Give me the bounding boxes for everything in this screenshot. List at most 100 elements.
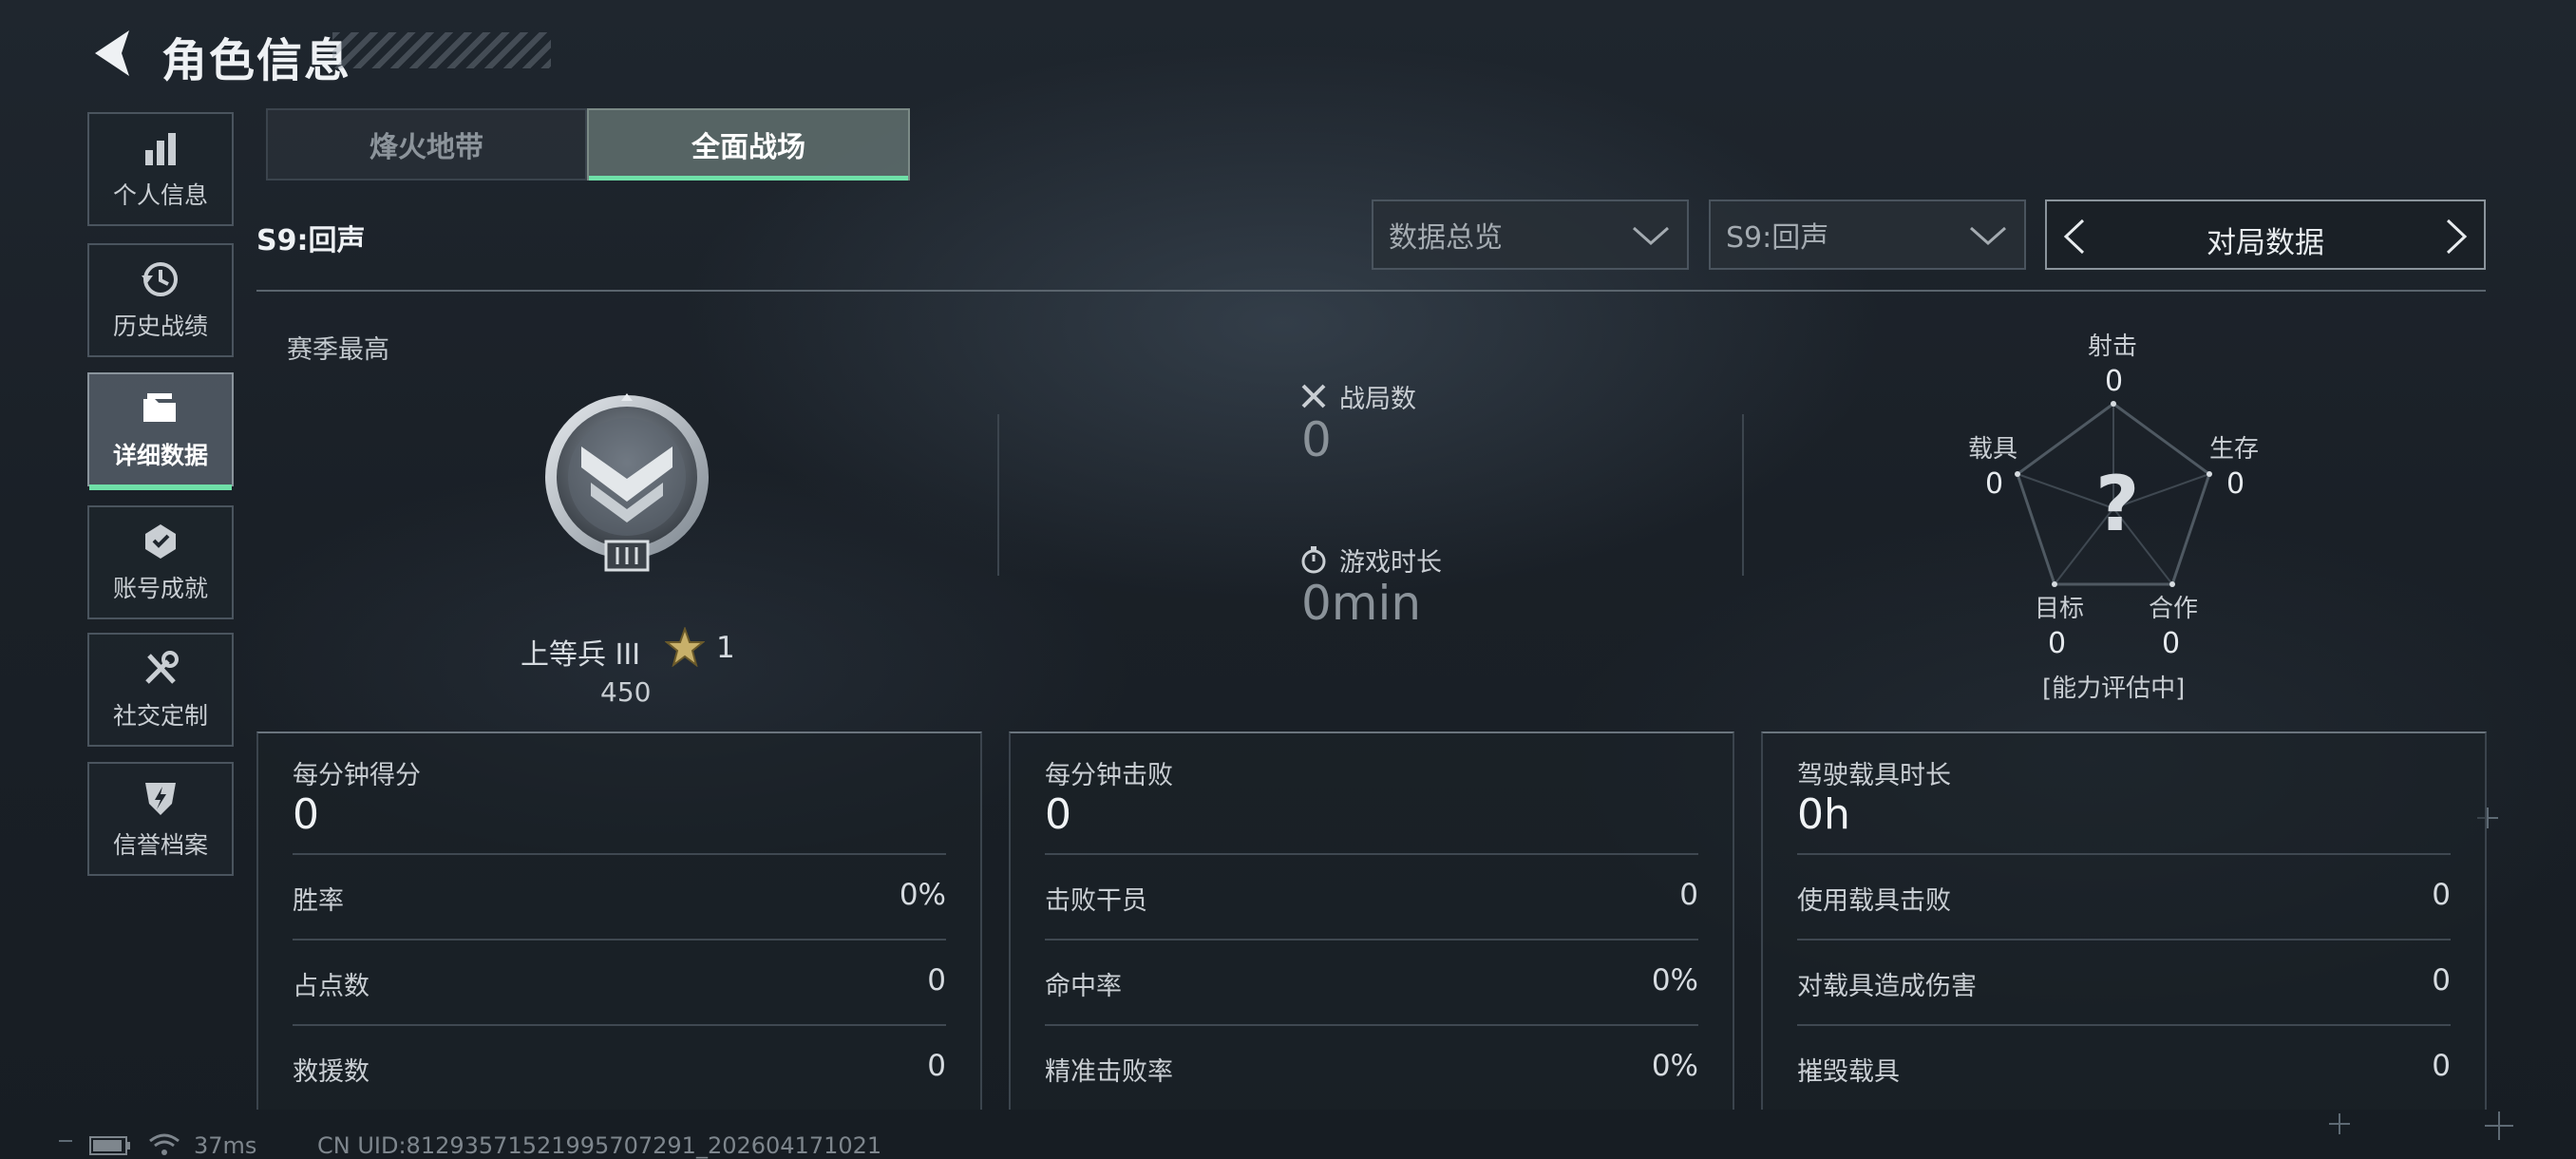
title-decoration — [332, 32, 551, 68]
card-head-label: 每分钟击败 — [1045, 761, 1173, 790]
back-arrow-icon[interactable] — [87, 27, 137, 80]
stat-label: 击败干员 — [1045, 886, 1147, 916]
stat-row: 击败干员 0 — [1045, 853, 1698, 940]
sidebar-item-reputation[interactable]: 信誉档案 — [87, 762, 234, 876]
radar-axis-label: 合作 — [2149, 595, 2199, 623]
stat-label: 摧毁载具 — [1797, 1057, 1900, 1087]
dropdown-value: 数据总览 — [1389, 221, 1503, 255]
stat-label: 精准击败率 — [1045, 1057, 1173, 1087]
ping-readout: 37ms — [194, 1132, 257, 1159]
stat-label: 救援数 — [293, 1057, 369, 1087]
stat-value: 0 — [2432, 963, 2451, 998]
stat-value: 0% — [899, 878, 946, 912]
hud-mark — [2498, 1112, 2500, 1140]
tab-label: 烽火地带 — [369, 131, 483, 164]
season-dropdown[interactable]: S9:回声 — [1709, 200, 2026, 270]
hud-mark — [2339, 1113, 2340, 1134]
stat-label: 使用载具击败 — [1797, 886, 1951, 916]
match-data-pager: 对局数据 — [2045, 200, 2486, 270]
radar-axis-value: 0 — [2105, 365, 2124, 398]
active-indicator — [89, 484, 232, 490]
matches-value: 0 — [1301, 412, 1332, 467]
stat-value: 0% — [1651, 1049, 1698, 1083]
stat-value: 0 — [927, 1049, 946, 1083]
tab-label: 全面战场 — [691, 131, 805, 164]
stat-row: 胜率 0% — [293, 853, 946, 940]
rank-badge-icon — [545, 393, 709, 572]
folder-icon — [143, 393, 176, 422]
sidebar-item-label: 个人信息 — [112, 181, 208, 209]
sidebar-item-label: 信誉档案 — [112, 831, 208, 859]
card-head-value: 0h — [1797, 790, 1850, 839]
sidebar-item-history[interactable]: 历史战绩 — [87, 243, 234, 357]
radar-axis-label: 射击 — [2088, 332, 2138, 361]
playtime-value: 0min — [1301, 576, 1422, 631]
tab-all-out-warfare[interactable]: 全面战场 — [587, 108, 910, 180]
stat-value: 0 — [2432, 1049, 2451, 1083]
divider — [256, 290, 2486, 292]
sidebar-item-personal-info[interactable]: 个人信息 — [87, 112, 234, 226]
stat-row: 精准击败率 0% — [1045, 1024, 1698, 1112]
radar-axis-value: 0 — [2226, 467, 2245, 501]
chevron-down-icon — [1633, 226, 1669, 246]
page-title: 角色信息 — [161, 34, 352, 87]
sidebar-item-label: 历史战绩 — [112, 313, 208, 340]
stat-row: 占点数 0 — [293, 939, 946, 1026]
stat-row: 摧毁载具 0 — [1797, 1024, 2451, 1112]
radar-center-glyph: ? — [2095, 460, 2140, 548]
shield-bolt-icon — [145, 783, 176, 815]
stat-row: 命中率 0% — [1045, 939, 1698, 1026]
sidebar-item-social[interactable]: 社交定制 — [87, 633, 234, 747]
stat-row: 使用载具击败 0 — [1797, 853, 2451, 940]
radar-axis-label: 目标 — [2035, 595, 2085, 623]
chevron-down-icon — [1970, 226, 2006, 246]
rank-name: 上等兵 III — [521, 638, 641, 672]
card-head-label: 驾驶载具时长 — [1797, 761, 1951, 790]
season-label: S9:回声 — [256, 224, 366, 257]
sidebar-item-achievements[interactable]: 账号成就 — [87, 505, 234, 619]
battery-icon — [89, 1136, 130, 1155]
crossed-swords-icon — [1301, 384, 1326, 408]
stat-row: 对载具造成伤害 0 — [1797, 939, 2451, 1026]
rank-score: 450 — [600, 676, 652, 708]
stat-value: 0 — [927, 963, 946, 998]
data-overview-dropdown[interactable]: 数据总览 — [1372, 200, 1689, 270]
stat-value: 0 — [2432, 878, 2451, 912]
sidebar-item-detailed-data[interactable]: 详细数据 — [87, 372, 234, 490]
stat-value: 0 — [1679, 878, 1698, 912]
card-head-value: 0 — [1045, 790, 1071, 839]
stat-card-score: 每分钟得分 0 胜率 0% 占点数 0 救援数 0 — [256, 732, 982, 1110]
sidebar-item-label: 社交定制 — [112, 702, 208, 730]
chevron-right-icon[interactable] — [2444, 218, 2471, 255]
pager-label: 对局数据 — [2207, 226, 2324, 260]
card-head-label: 每分钟得分 — [293, 761, 421, 790]
matches-label: 战局数 — [1339, 385, 1416, 414]
radar-axis-label: 载具 — [1968, 435, 2018, 464]
achievement-badge-icon — [145, 524, 176, 559]
stat-card-kills: 每分钟击败 0 击败干员 0 命中率 0% 精准击败率 0% — [1009, 732, 1734, 1110]
radar-status: [能力评估中] — [2042, 674, 2186, 703]
divider — [997, 414, 999, 576]
hud-mark — [2487, 808, 2489, 828]
season-best-label: 赛季最高 — [287, 335, 389, 365]
stat-label: 命中率 — [1045, 972, 1122, 1001]
radar-axis-label: 生存 — [2209, 435, 2260, 464]
stat-label: 胜率 — [293, 886, 344, 916]
card-head-value: 0 — [293, 790, 319, 839]
radar-axis-value: 0 — [1985, 467, 2004, 501]
stat-label: 占点数 — [293, 972, 369, 1001]
tab-fire-zone[interactable]: 烽火地带 — [266, 108, 587, 180]
rank-star-count: 1 — [716, 631, 735, 665]
stopwatch-icon — [1301, 546, 1326, 574]
divider — [1742, 414, 1744, 576]
radar-axis-value: 0 — [2162, 627, 2181, 660]
bar-chart-icon — [145, 133, 176, 165]
stat-value: 0% — [1651, 963, 1698, 998]
stat-label: 对载具造成伤害 — [1797, 972, 1977, 1001]
tools-icon — [145, 651, 179, 684]
active-tab-indicator — [589, 176, 908, 180]
wifi-icon — [149, 1133, 180, 1155]
playtime-label: 游戏时长 — [1339, 548, 1442, 578]
sidebar-item-label: 账号成就 — [112, 575, 208, 602]
radar-axis-value: 0 — [2048, 627, 2067, 660]
